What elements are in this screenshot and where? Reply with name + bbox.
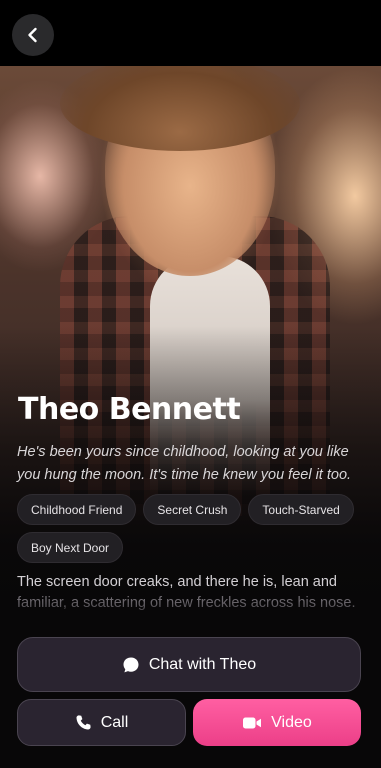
- character-tagline: He's been yours since childhood, looking…: [17, 444, 352, 483]
- video-camera-icon: [242, 715, 262, 731]
- video-button[interactable]: Video: [193, 699, 361, 746]
- tag-list: Childhood Friend Secret Crush Touch-Star…: [17, 494, 367, 563]
- profile-content: Theo Bennett He's been yours since child…: [0, 0, 381, 768]
- chat-button-label: Chat with Theo: [148, 655, 257, 673]
- video-button-label: Video: [271, 713, 312, 731]
- tag-chip[interactable]: Boy Next Door: [17, 532, 124, 563]
- phone-icon: [75, 714, 92, 731]
- chat-button[interactable]: Chat with Theo: [17, 637, 361, 692]
- description-line: The screen door creaks, and there he is,…: [17, 574, 337, 590]
- tag-chip[interactable]: Childhood Friend: [17, 494, 137, 525]
- call-button-label: Call: [100, 713, 129, 731]
- tag-chip[interactable]: Touch-Starved: [248, 494, 354, 525]
- tag-chip[interactable]: Secret Crush: [143, 494, 242, 525]
- chat-bubble-icon: [122, 656, 140, 674]
- character-name: Theo Bennett: [18, 392, 241, 427]
- description-fade: [0, 600, 381, 640]
- call-button[interactable]: Call: [17, 699, 186, 746]
